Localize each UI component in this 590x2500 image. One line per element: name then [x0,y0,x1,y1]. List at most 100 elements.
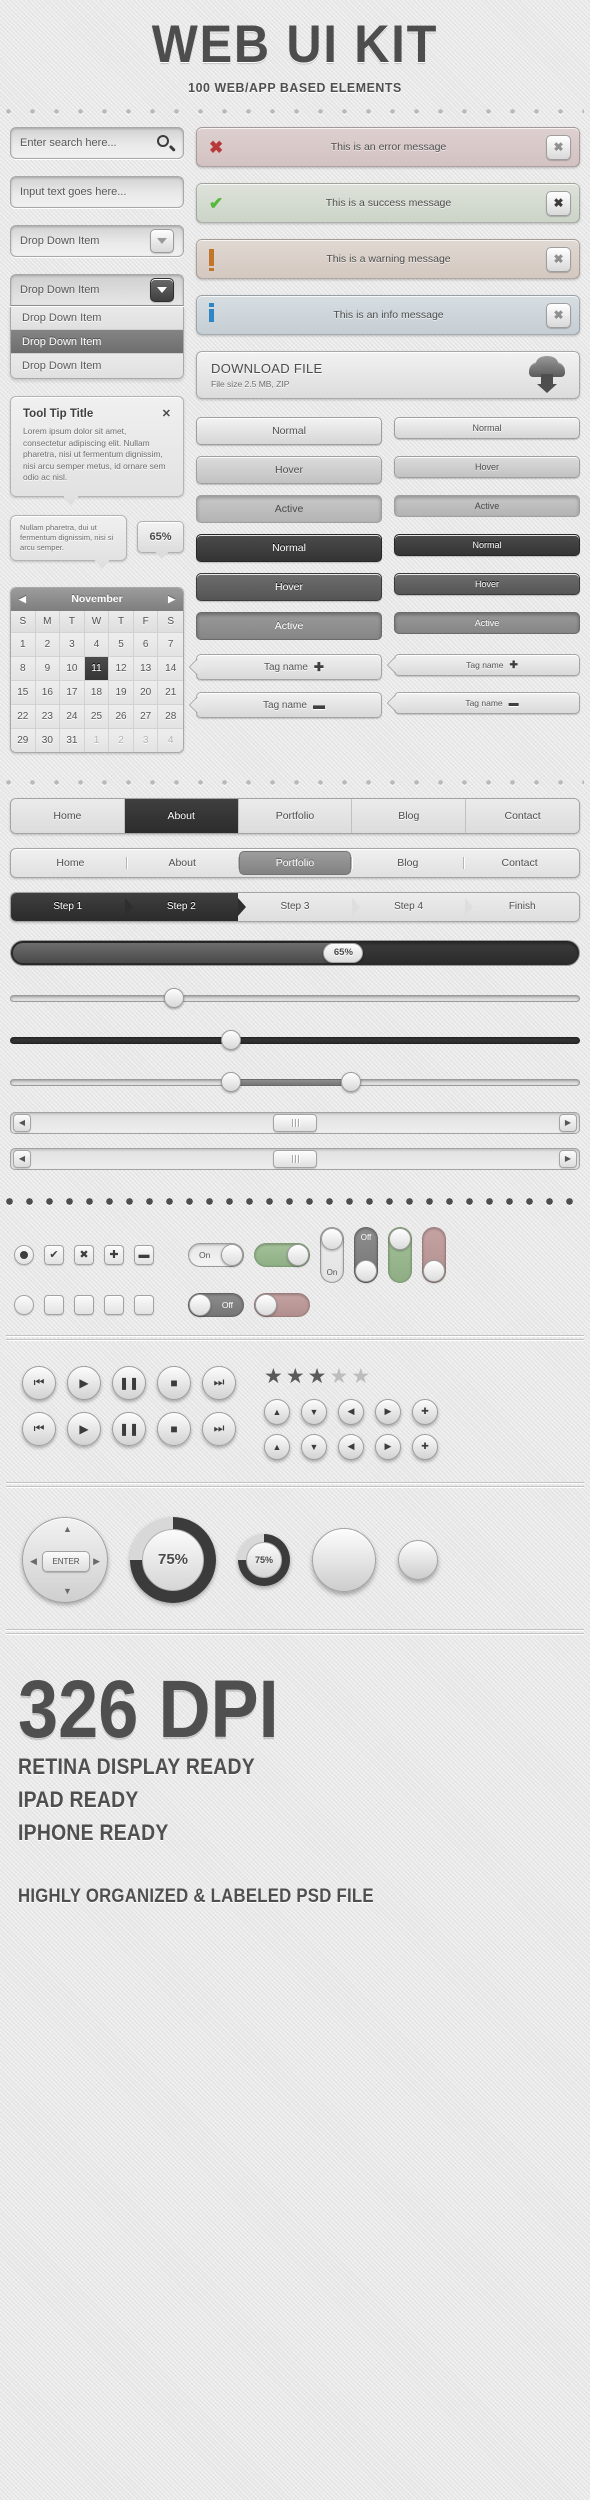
dropdown-options-list[interactable]: Drop Down Item Drop Down Item Drop Down … [10,306,184,379]
tab-portfolio[interactable]: Portfolio [238,798,353,833]
toggle-knob[interactable] [321,1227,343,1250]
toggle-on[interactable]: On [188,1242,244,1267]
arrow-down-icon[interactable]: ▼ [63,1586,72,1596]
vtoggle-on[interactable]: On [320,1226,344,1283]
forward-icon[interactable]: ⏭ [202,1365,236,1400]
calendar-day[interactable]: 19 [109,679,134,704]
calendar-day[interactable]: 29 [11,727,36,752]
calendar-day[interactable]: 2 [109,727,134,752]
button-hover[interactable]: Hover [196,456,382,484]
tab-bar[interactable]: Home About Portfolio Blog Contact [10,797,580,834]
checkbox-plus-icon[interactable]: ✚ [104,1244,124,1265]
calendar-day[interactable]: 18 [84,679,110,704]
calendar-day[interactable]: 7 [158,631,183,656]
arrow-down-icon[interactable]: ▼ [301,1433,327,1460]
step-2[interactable]: Step 2 [124,892,246,921]
calendar-day[interactable]: 25 [84,703,110,728]
scroll-right-icon[interactable]: ▶ [559,1149,577,1168]
tag-remove-small[interactable]: Tag name ▬ [394,692,580,714]
star-icon-filled[interactable]: ★ [286,1366,305,1387]
slider-handle[interactable] [220,1029,241,1050]
arrow-right-icon[interactable]: ▶ [93,1556,100,1567]
dropdown-option[interactable]: Drop Down Item [11,306,183,330]
slider-light[interactable] [10,986,580,1010]
step-3[interactable]: Step 3 [238,892,360,921]
radio-selected[interactable] [14,1244,34,1265]
slider-track[interactable] [10,994,580,1002]
star-icon-empty[interactable]: ★ [329,1366,348,1387]
scroll-left-icon[interactable]: ◀ [13,1149,31,1168]
arrow-down-icon[interactable]: ▼ [301,1398,327,1425]
scroll-right-icon[interactable]: ▶ [559,1113,577,1132]
calendar-day[interactable]: 2 [35,631,61,656]
calendar-day[interactable]: 3 [133,727,159,752]
slider-handle-from[interactable] [220,1071,241,1092]
button-active-small[interactable]: Active [394,495,580,517]
pill-portfolio[interactable]: Portfolio [238,850,352,875]
scroll-left-icon[interactable]: ◀ [13,1113,31,1132]
checkbox-empty[interactable] [74,1294,94,1315]
step-wizard[interactable]: Step 1 Step 2 Step 3 Step 4 Finish [10,891,580,922]
dropdown-open[interactable]: Drop Down Item [10,274,184,306]
star-icon-filled[interactable]: ★ [308,1366,327,1387]
close-icon[interactable]: ✕ [162,407,171,420]
step-finish[interactable]: Finish [465,892,579,921]
calendar-day[interactable]: 13 [133,655,159,680]
calendar-day[interactable]: 27 [133,703,159,728]
pill-blog[interactable]: Blog [352,857,463,869]
toggle-knob[interactable] [255,1293,277,1316]
pill-nav-bar[interactable]: Home About Portfolio Blog Contact [10,847,580,878]
chevron-down-icon-active[interactable] [150,278,174,302]
calendar-day[interactable]: 23 [35,703,61,728]
slider-dark[interactable] [10,1028,580,1052]
step-4[interactable]: Step 4 [351,892,473,921]
tab-home[interactable]: Home [11,798,125,833]
rewind-icon[interactable]: ⏮ [22,1411,56,1446]
plus-icon[interactable]: ✚ [412,1398,438,1425]
checkbox-empty[interactable] [134,1294,154,1315]
minus-icon[interactable]: ▬ [313,698,325,712]
forward-icon[interactable]: ⏭ [202,1411,236,1446]
checkbox-empty[interactable] [44,1294,64,1315]
toggle-red-off[interactable] [254,1292,310,1317]
arrow-right-icon[interactable]: ▶ [375,1398,401,1425]
tag-add-small[interactable]: Tag name ✚ [394,654,580,676]
calendar-days-grid[interactable]: 1 2 3 4 5 6 7 8 9 10 11 12 13 14 15 16 17 18 19 20 21 22 23 24 2… [11,631,183,752]
round-button-large[interactable] [312,1527,376,1592]
button-dark-normal-small[interactable]: Normal [394,534,580,556]
arrow-up-icon[interactable]: ▲ [264,1433,290,1460]
button-dark-active[interactable]: Active [196,612,382,640]
toggle-knob[interactable] [389,1227,411,1250]
calendar-day[interactable]: 3 [60,631,85,656]
button-normal-small[interactable]: Normal [394,417,580,439]
arrow-up-icon[interactable]: ▲ [63,1524,72,1534]
toggle-green-on[interactable] [254,1242,310,1267]
calendar-day[interactable]: 8 [11,655,36,680]
circular-progress-large[interactable]: 75% [130,1516,216,1603]
calendar-day[interactable]: 21 [158,679,183,704]
pill-home[interactable]: Home [15,857,126,869]
checkbox-minus-icon[interactable]: ▬ [134,1244,154,1265]
toggle-knob[interactable] [221,1243,243,1266]
slider-handle-to[interactable] [340,1071,361,1092]
scrollbar-thumb[interactable] [273,1113,317,1132]
toggle-off[interactable]: Off [188,1292,244,1317]
toggle-knob[interactable] [423,1259,445,1282]
calendar-day[interactable]: 5 [109,631,134,656]
calendar-day[interactable]: 30 [35,727,61,752]
calendar-day-today[interactable]: 11 [84,655,110,680]
search-input[interactable]: Enter search here... [10,127,184,159]
calendar-next-icon[interactable]: ▶ [168,594,175,605]
rewind-icon[interactable]: ⏮ [22,1365,56,1400]
close-icon[interactable]: ✖ [546,134,571,160]
play-icon[interactable]: ▶ [67,1365,101,1400]
plus-icon[interactable]: ✚ [314,660,324,674]
scrollbar-horizontal-2[interactable]: ◀ ▶ [10,1147,580,1170]
calendar-day[interactable]: 26 [109,703,134,728]
dpad-control[interactable]: ▲ ▼ ◀ ▶ ENTER [22,1516,108,1603]
button-dark-hover[interactable]: Hover [196,573,382,601]
close-icon[interactable]: ✖ [546,302,571,328]
stop-icon[interactable]: ■ [157,1411,191,1446]
dropdown-option-selected[interactable]: Drop Down Item [11,330,183,354]
calendar-day[interactable]: 31 [60,727,85,752]
